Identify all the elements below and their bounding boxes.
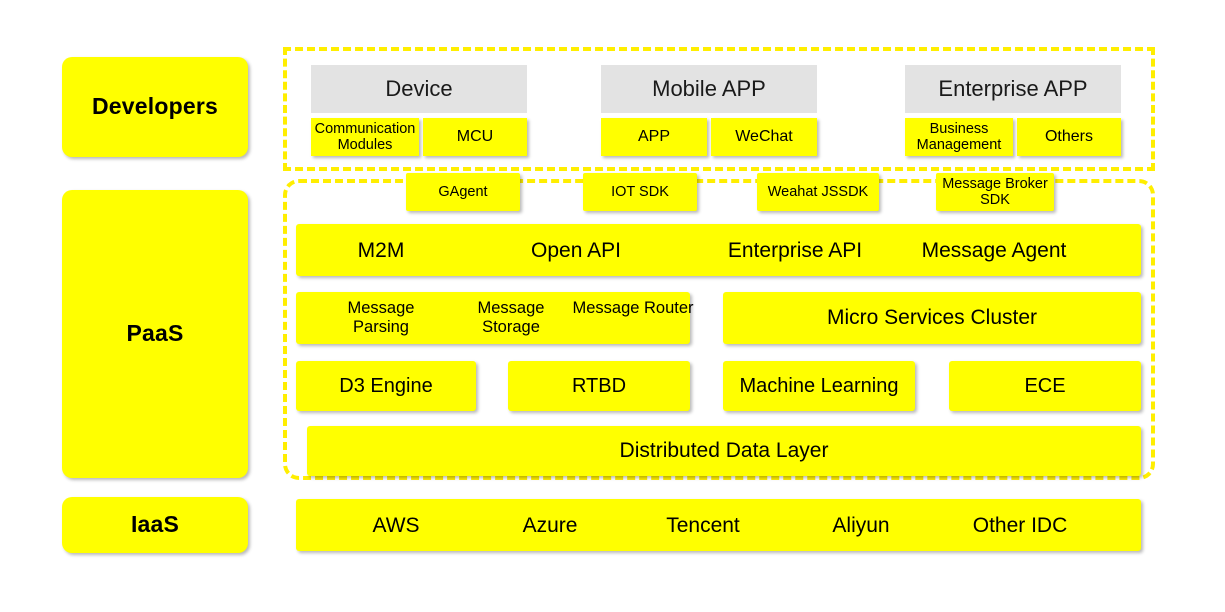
engine-box-d3-engine-text: D3 Engine (339, 374, 433, 397)
group-header-enterprise-app: Enterprise APP (905, 65, 1121, 113)
sub-box-app-text: APP (637, 128, 670, 146)
iaas-item-other-idc[interactable]: Other IDC (955, 514, 1085, 538)
sub-box-wechat[interactable]: WeChat (711, 118, 817, 156)
message-cell-storage[interactable]: Message Storage (448, 299, 574, 337)
sub-box-business-management[interactable]: Business Management (905, 118, 1013, 156)
sdk-box-message-broker-sdk-text: Message Broker SDK (942, 175, 1048, 208)
engine-box-rtbd[interactable]: RTBD (508, 361, 690, 411)
distributed-data-layer-text: Distributed Data Layer (619, 439, 829, 463)
iaas-item-other-idc-text: Other IDC (972, 514, 1068, 537)
sub-box-others-text: Others (1044, 128, 1093, 146)
iaas-item-aws[interactable]: AWS (341, 514, 451, 538)
message-cell-parsing-text: Message Parsing (347, 299, 415, 337)
sdk-box-gagent[interactable]: GAgent (406, 173, 520, 211)
message-cell-router-text: Message Router (572, 299, 694, 317)
iaas-item-aws-text: AWS (372, 514, 420, 537)
layer-label-iaas-text: IaaS (130, 511, 180, 538)
sub-box-mcu[interactable]: MCU (423, 118, 527, 156)
sub-box-wechat-text: WeChat (735, 128, 793, 146)
engine-box-ece[interactable]: ECE (949, 361, 1141, 411)
distributed-data-layer-box[interactable]: Distributed Data Layer (307, 426, 1141, 476)
engine-box-d3-engine[interactable]: D3 Engine (296, 361, 476, 411)
sub-box-communication-modules[interactable]: Communication Modules (311, 118, 419, 156)
sdk-box-iot-sdk[interactable]: IOT SDK (583, 173, 697, 211)
api-bar-item-open-api-text: Open API (531, 239, 621, 262)
sdk-box-gagent-text: GAgent (438, 183, 488, 200)
group-header-enterprise-app-text: Enterprise APP (938, 76, 1088, 101)
iaas-item-tencent[interactable]: Tencent (645, 514, 761, 538)
group-header-mobile-app-text: Mobile APP (652, 76, 766, 101)
message-cell-router[interactable]: Message Router (570, 299, 696, 318)
iaas-item-azure[interactable]: Azure (495, 514, 605, 538)
iaas-item-tencent-text: Tencent (666, 514, 740, 537)
sdk-box-iot-sdk-text: IOT SDK (611, 183, 669, 200)
engine-box-ece-text: ECE (1024, 374, 1066, 397)
api-bar-item-message-agent[interactable]: Message Agent (896, 239, 1092, 263)
api-bar-item-m2m-text: M2M (357, 239, 405, 262)
sub-box-app[interactable]: APP (601, 118, 707, 156)
iaas-item-aliyun[interactable]: Aliyun (806, 514, 916, 538)
sub-box-mcu-text: MCU (456, 128, 494, 146)
group-header-device: Device (311, 65, 527, 113)
message-cell-storage-text: Message Storage (477, 299, 545, 337)
layer-label-paas-text: PaaS (126, 320, 184, 347)
iaas-item-azure-text: Azure (522, 514, 578, 537)
api-bar-item-open-api[interactable]: Open API (496, 239, 656, 263)
engine-box-machine-learning-text: Machine Learning (739, 374, 899, 397)
layer-label-iaas: IaaS (62, 497, 248, 553)
api-bar-item-message-agent-text: Message Agent (921, 239, 1067, 262)
engine-box-rtbd-text: RTBD (571, 374, 627, 397)
layer-label-developers: Developers (62, 57, 248, 157)
micro-services-cluster-box[interactable]: Micro Services Cluster (723, 292, 1141, 344)
message-cell-parsing[interactable]: Message Parsing (318, 299, 444, 337)
diagram-canvas: Developers PaaS IaaS Device Communicatio… (0, 0, 1225, 612)
group-header-mobile-app: Mobile APP (601, 65, 817, 113)
layer-label-developers-text: Developers (91, 93, 218, 120)
api-bar-item-enterprise-api-text: Enterprise API (727, 239, 863, 262)
sdk-box-weahat-jssdk-text: Weahat JSSDK (767, 183, 869, 200)
engine-box-machine-learning[interactable]: Machine Learning (723, 361, 915, 411)
group-header-device-text: Device (385, 76, 453, 101)
iaas-item-aliyun-text: Aliyun (832, 514, 890, 537)
sub-box-others[interactable]: Others (1017, 118, 1121, 156)
sdk-box-message-broker-sdk[interactable]: Message Broker SDK (936, 173, 1054, 211)
micro-services-cluster-text: Micro Services Cluster (826, 306, 1038, 330)
sdk-box-weahat-jssdk[interactable]: Weahat JSSDK (757, 173, 879, 211)
sub-box-communication-modules-text: Communication Modules (314, 120, 416, 153)
api-bar-item-m2m[interactable]: M2M (326, 239, 436, 263)
api-bar-item-enterprise-api[interactable]: Enterprise API (700, 239, 890, 263)
sub-box-business-management-text: Business Management (916, 120, 1002, 153)
layer-label-paas: PaaS (62, 190, 248, 478)
